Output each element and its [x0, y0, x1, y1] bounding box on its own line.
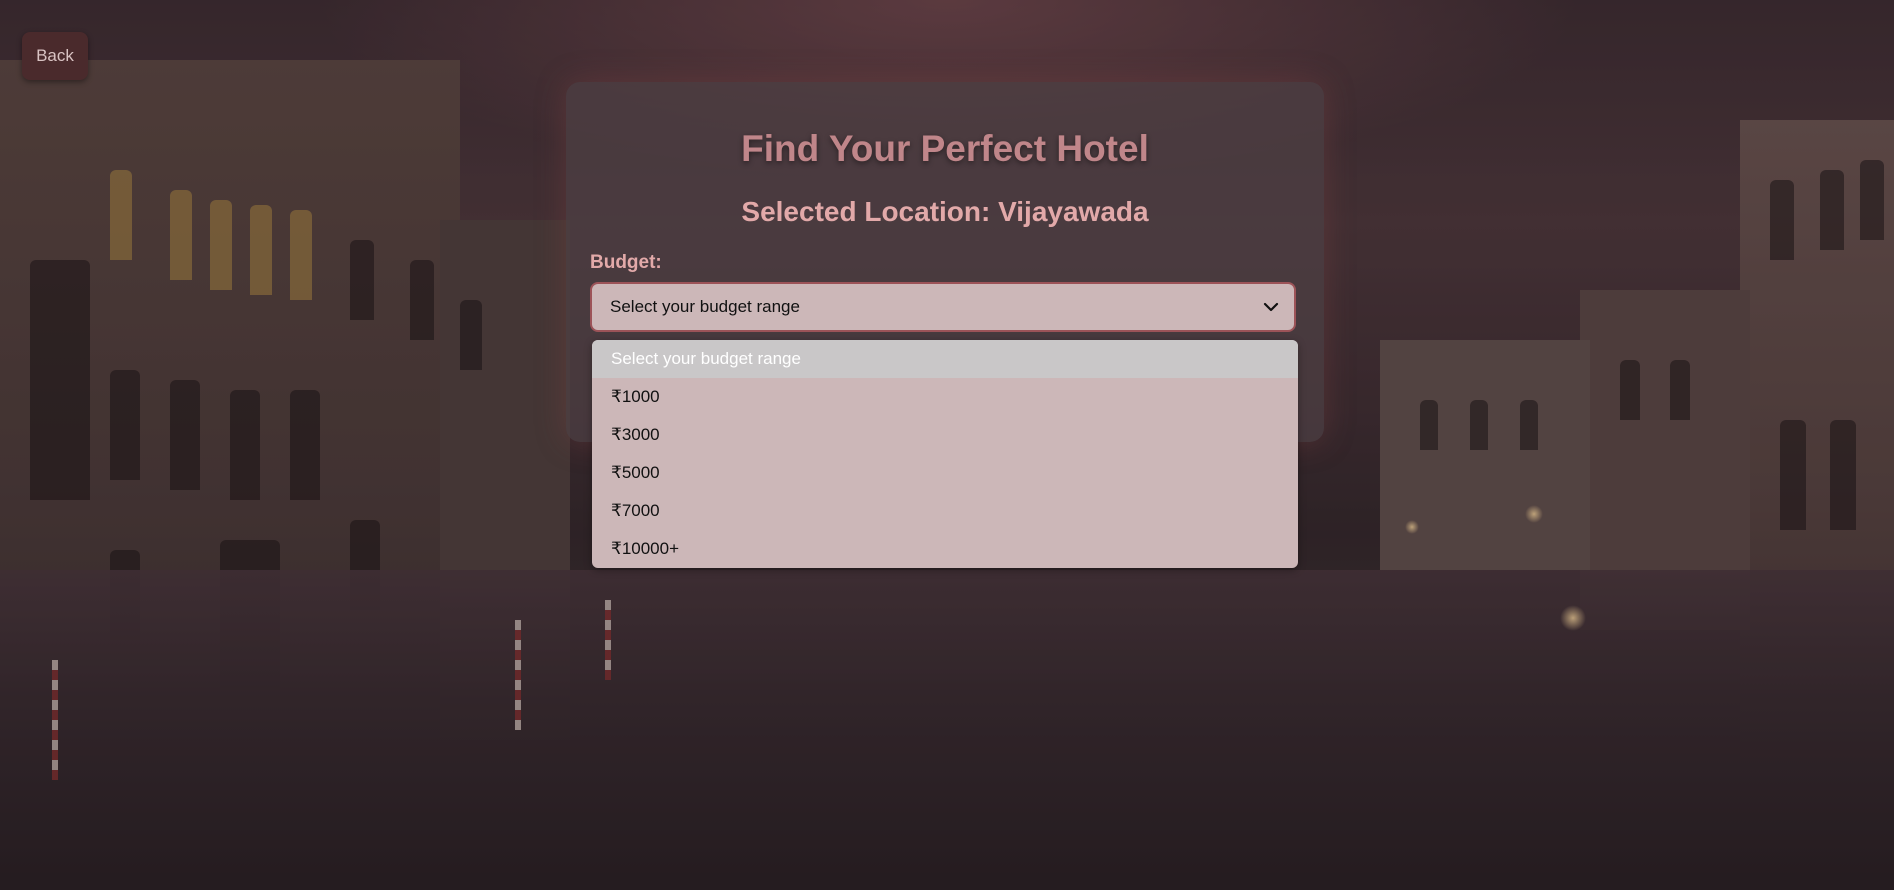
budget-dropdown-list: Select your budget range ₹1000 ₹3000 ₹50…	[592, 340, 1298, 568]
back-button[interactable]: Back	[22, 32, 88, 80]
chevron-down-icon	[1263, 302, 1279, 312]
budget-option-placeholder[interactable]: Select your budget range	[592, 340, 1298, 378]
budget-option-10000-plus[interactable]: ₹10000+	[592, 530, 1298, 568]
budget-option-3000[interactable]: ₹3000	[592, 416, 1298, 454]
budget-option-1000[interactable]: ₹1000	[592, 378, 1298, 416]
budget-option-5000[interactable]: ₹5000	[592, 454, 1298, 492]
budget-option-7000[interactable]: ₹7000	[592, 492, 1298, 530]
page-title: Find Your Perfect Hotel	[741, 128, 1149, 169]
budget-select[interactable]: Select your budget range	[590, 282, 1296, 332]
budget-select-value: Select your budget range	[610, 297, 800, 316]
selected-location-heading: Selected Location: Vijayawada	[741, 196, 1149, 227]
budget-label: Budget:	[590, 252, 662, 273]
